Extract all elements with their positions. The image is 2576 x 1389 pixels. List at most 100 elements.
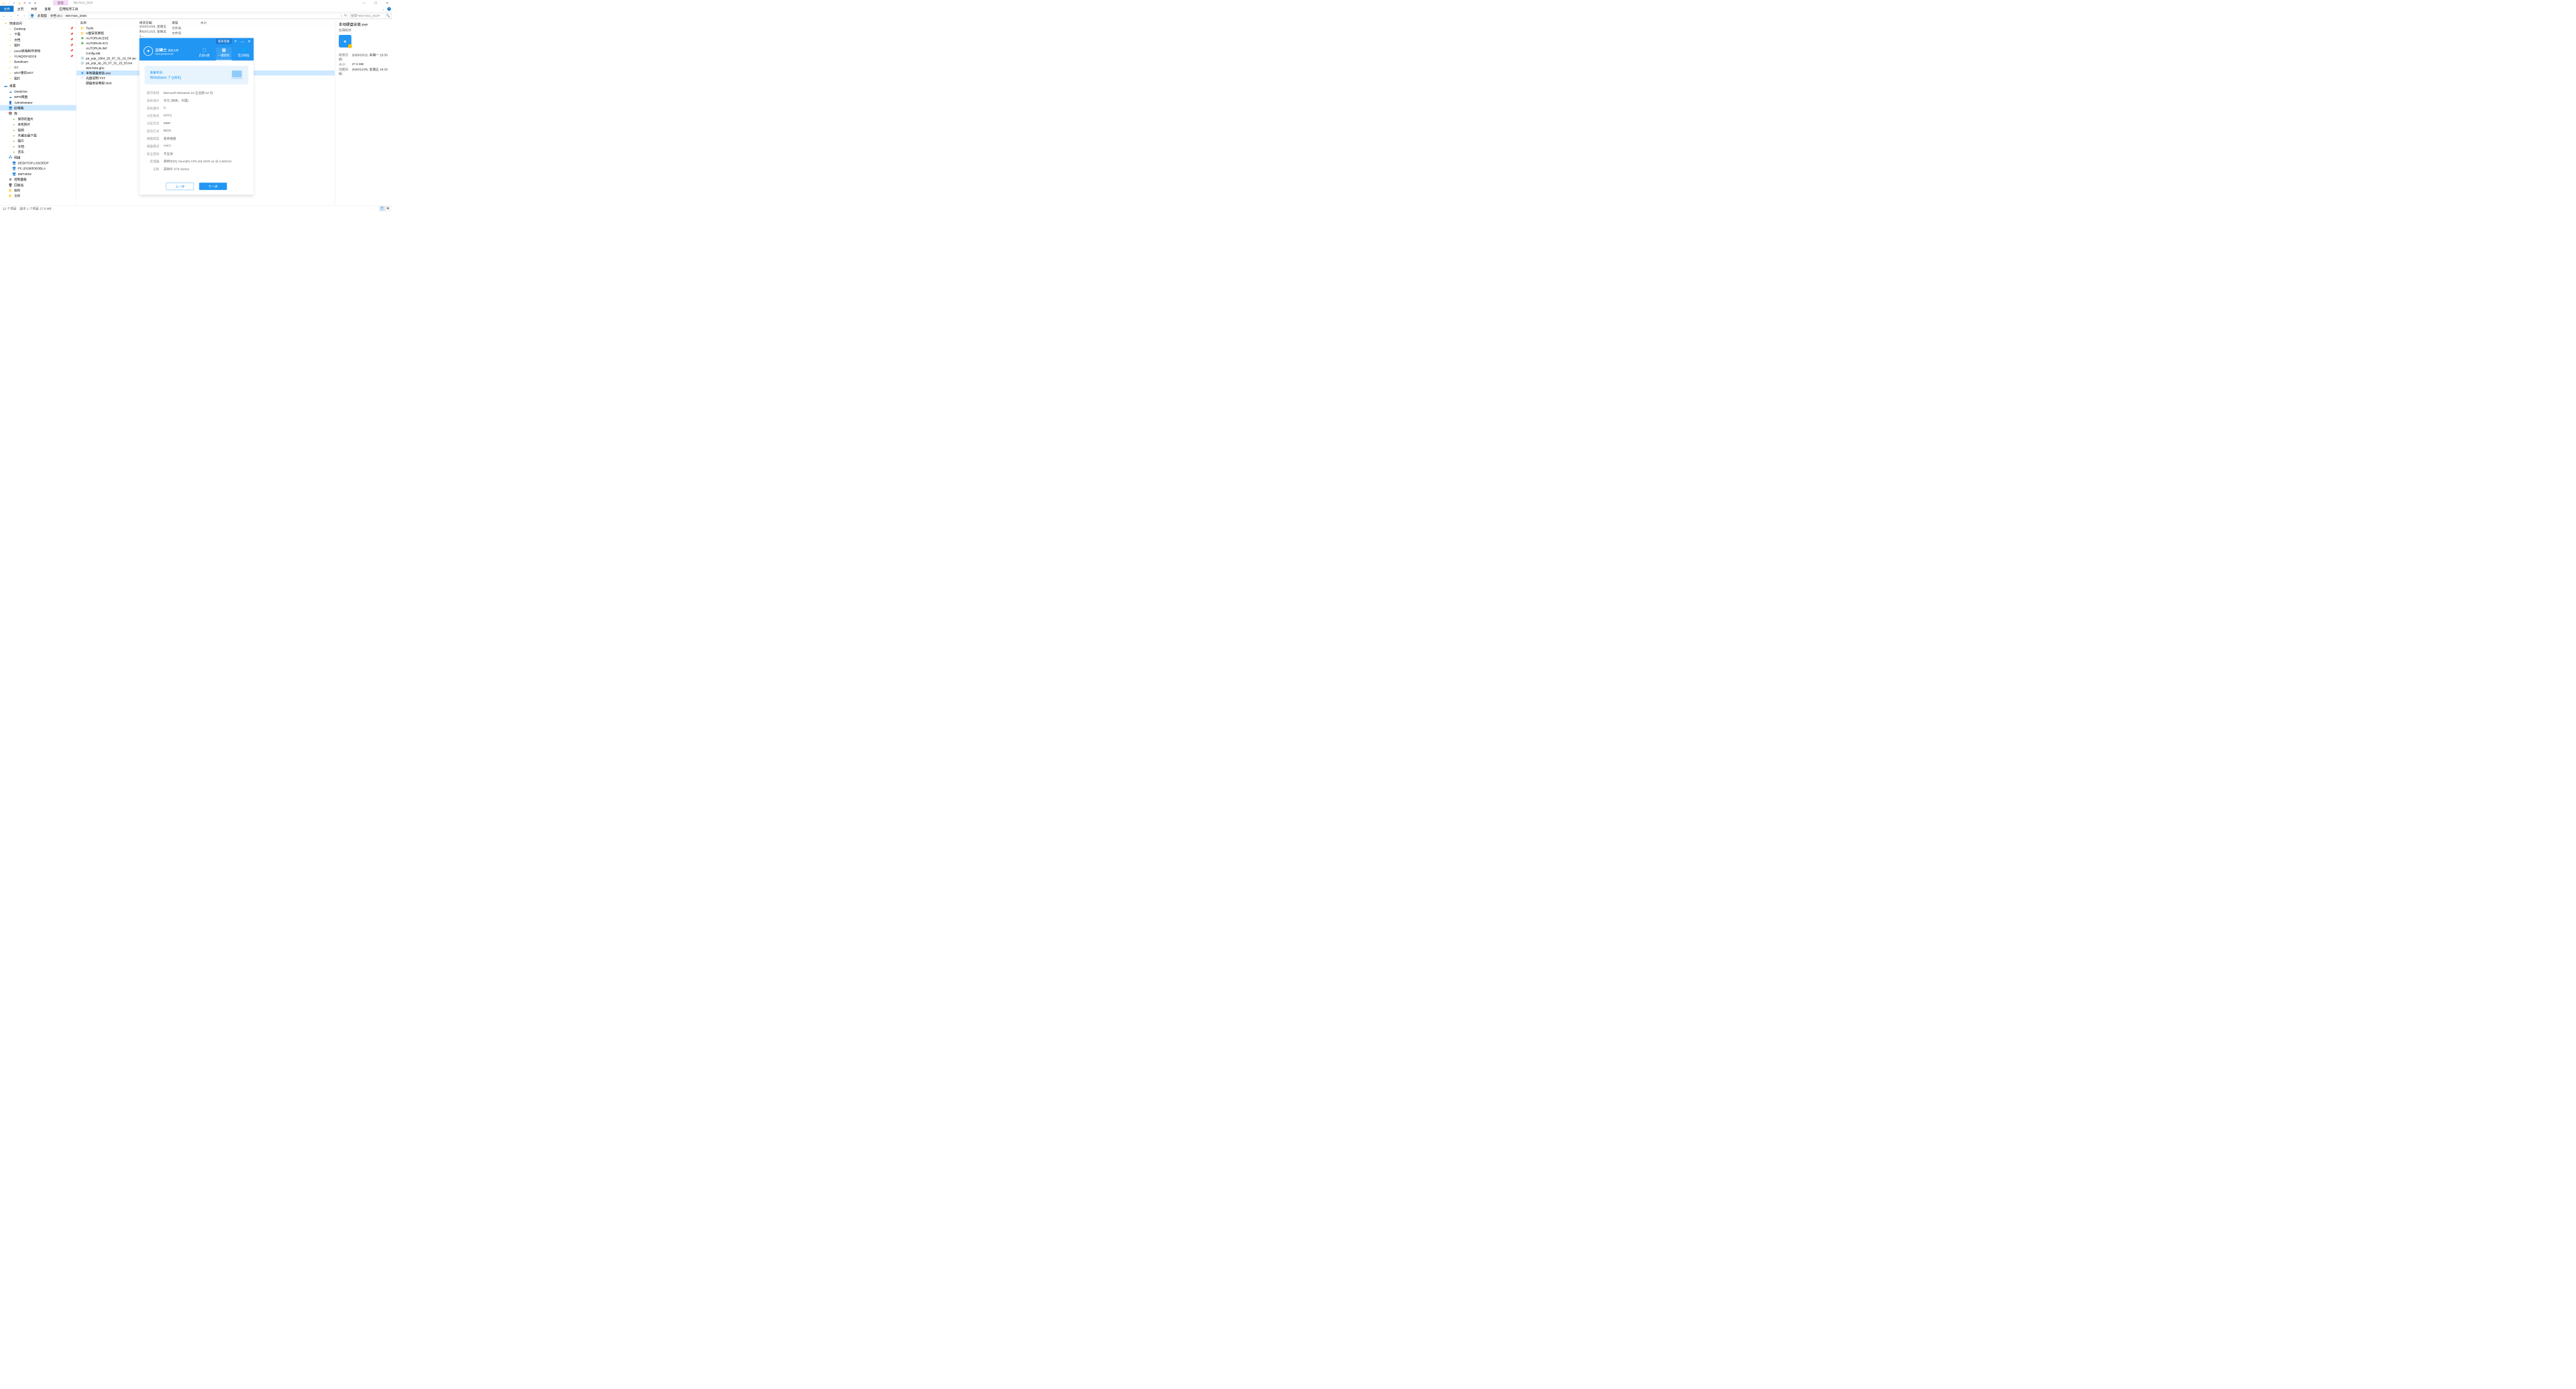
nav-quick-access[interactable]: ★快速访问 xyxy=(0,20,76,25)
nav-desktop-item[interactable]: 👤Administrator xyxy=(0,99,76,105)
nav-net-item[interactable]: 🖥DESKTOP-LSSOEDP xyxy=(0,160,76,166)
contact-support-button[interactable]: 联系客服 xyxy=(216,38,231,44)
nav-lib-item[interactable]: ▸本机照片 xyxy=(0,121,76,127)
column-type[interactable]: 类型 xyxy=(170,19,199,25)
close-icon[interactable]: ✕ xyxy=(246,39,252,44)
file-row[interactable]: 📁U盘安装教程2020/12/25, 星期五 1...文件夹 xyxy=(76,31,335,36)
nav-qa-item[interactable]: ▸Desktop📌 xyxy=(0,26,76,32)
installer-tab[interactable]: ▦一键装机 xyxy=(216,48,231,61)
close-red-icon[interactable]: ✕ xyxy=(23,1,27,5)
nav-back-button[interactable]: ← xyxy=(1,13,7,18)
item-icon: ☁ xyxy=(8,95,12,99)
breadcrumb-part[interactable]: Win7x64_2020 xyxy=(66,14,87,17)
nav-qa-item[interactable]: ▸G:\ xyxy=(0,64,76,70)
installer-header: ✦ 云骑士 装机大师 www.yunqishi.net ⬚启动U盘▦一键装机🌐官… xyxy=(140,44,254,60)
qat-dropdown-icon[interactable]: ▾ xyxy=(33,1,37,5)
refresh-icon[interactable]: ↻ xyxy=(28,1,32,5)
chevron-right-icon[interactable]: › xyxy=(48,14,49,17)
nav-qa-item[interactable]: ▸文档📌 xyxy=(0,37,76,42)
nav-lib-item[interactable]: ▸图片 xyxy=(0,138,76,144)
nav-history-dropdown[interactable]: ▾ xyxy=(15,13,21,18)
maximize-button[interactable]: ☐ xyxy=(370,0,382,6)
breadcrumb-part[interactable]: 文档 (E:) xyxy=(50,13,62,18)
nav-software[interactable]: 📁软件 xyxy=(0,188,76,193)
view-details-button[interactable]: ☰ xyxy=(380,206,385,211)
column-size[interactable]: 大小 xyxy=(199,19,225,25)
search-placeholder: 搜索"Win7x64_2020" xyxy=(351,13,380,18)
nav-desktop-item[interactable]: 📚库 xyxy=(0,111,76,116)
help-icon[interactable]: ? xyxy=(387,7,390,10)
details-subtype: 应用程序 xyxy=(339,28,389,32)
menu-icon[interactable]: ≡ xyxy=(233,39,239,43)
brand-url: www.yunqishi.net xyxy=(155,52,178,55)
nav-desktop-item[interactable]: ☁WPS网盘 xyxy=(0,94,76,99)
column-name[interactable]: 名称 xyxy=(76,19,138,25)
minimize-icon[interactable]: — xyxy=(239,39,246,43)
nav-desktop-item[interactable]: ☁OneDrive xyxy=(0,89,76,94)
installer-tab[interactable]: ⬚启动U盘 xyxy=(199,48,209,61)
file-row[interactable]: 📁Tools2020/12/25, 星期五 1...文件夹 xyxy=(76,25,335,30)
folder-alt-icon[interactable]: ▮ xyxy=(17,1,21,5)
nav-qa-item[interactable]: ▸win7重装win7 xyxy=(0,70,76,75)
breadcrumb-dropdown-icon[interactable]: ⌄ xyxy=(340,14,343,17)
nav-lib-item[interactable]: ▸视频 xyxy=(0,127,76,132)
lib-icon: ▸ xyxy=(12,144,16,148)
window-title: Win7x64_2020 xyxy=(73,1,93,5)
nav-up-button[interactable]: ↑ xyxy=(22,13,28,18)
close-button[interactable]: ✕ xyxy=(382,0,393,6)
file-icon: 📄 xyxy=(80,76,85,80)
recycle-icon: 🗑 xyxy=(8,183,12,187)
ribbon-expand-icon[interactable]: ⌄ xyxy=(382,7,384,10)
nav-qa-item[interactable]: ▸下载📌 xyxy=(0,32,76,37)
search-icon[interactable]: 🔍 xyxy=(386,14,390,17)
details-title: 本地硬盘安装.exe xyxy=(339,22,389,28)
next-button[interactable]: 下一步 xyxy=(199,183,227,190)
nav-qa-item[interactable]: ▸图片📌 xyxy=(0,42,76,48)
nav-recycle-bin[interactable]: 🗑回收站 xyxy=(0,182,76,187)
nav-desktop-item[interactable]: 🖥此电脑 xyxy=(0,105,76,111)
prep-os: Windows 7 (x64) xyxy=(150,75,181,80)
tab-share[interactable]: 共享 xyxy=(28,6,41,12)
tab-app-tools[interactable]: 应用程序工具 xyxy=(56,6,82,12)
check-icon[interactable]: ✓ xyxy=(12,1,16,5)
nav-forward-button[interactable]: → xyxy=(8,13,13,18)
tab-home[interactable]: 主页 xyxy=(13,6,27,12)
file-icon: ▫ xyxy=(80,66,85,70)
context-tab-manage[interactable]: 管理 xyxy=(53,0,68,5)
nav-net-item[interactable]: 🖥PC-20190530OBLA xyxy=(0,166,76,171)
details-meta-row: 创建日期:2020/12/25, 星期五 16:33 xyxy=(339,67,389,76)
refresh-button[interactable]: ↻ xyxy=(344,14,347,17)
folder-icon: ▸ xyxy=(8,27,12,31)
separator: | xyxy=(7,1,11,5)
tab-file[interactable]: 文件 xyxy=(0,6,13,12)
item-icon: 📚 xyxy=(8,111,12,115)
nav-control-panel[interactable]: ⚙控制面板 xyxy=(0,176,76,182)
nav-lib-item[interactable]: ▸音乐 xyxy=(0,149,76,154)
nav-lib-item[interactable]: ▸文档 xyxy=(0,144,76,149)
chevron-right-icon[interactable]: › xyxy=(63,14,64,17)
breadcrumb[interactable]: 🖥 › 此电脑 › 文档 (E:) › Win7x64_2020 ⌄ ↻ xyxy=(29,13,348,19)
pc-icon: 🖥 xyxy=(12,161,16,165)
installer-dialog: 联系客服 ≡ — ✕ ✦ 云骑士 装机大师 www.yunqishi.net ⬚… xyxy=(140,38,254,195)
chevron-right-icon[interactable]: › xyxy=(36,14,37,17)
prev-button[interactable]: 上一步 xyxy=(166,183,194,190)
installer-tab[interactable]: 🌐官方网址 xyxy=(238,48,250,61)
view-icons-button[interactable]: ▦ xyxy=(385,206,390,211)
nav-qa-item[interactable]: ▸Bandicam xyxy=(0,59,76,64)
column-headers: 名称 修改日期 类型 大小 xyxy=(76,19,335,25)
nav-net-item[interactable]: 🖥ZMT2019 xyxy=(0,171,76,176)
minimize-button[interactable]: — xyxy=(358,0,370,6)
nav-lib-item[interactable]: ▸天翼云盘下载 xyxy=(0,133,76,138)
nav-qa-item[interactable]: ▸图片 xyxy=(0,75,76,81)
tab-view[interactable]: 查看 xyxy=(41,6,54,12)
search-input[interactable]: 搜索"Win7x64_2020" 🔍 xyxy=(350,13,391,19)
nav-qa-item[interactable]: ▸excel表格制作求和📌 xyxy=(0,48,76,53)
details-preview-icon: ◉ xyxy=(339,35,352,48)
nav-network[interactable]: 🖧网络 xyxy=(0,154,76,160)
star-icon: ★ xyxy=(3,21,7,25)
nav-qa-item[interactable]: ▸YUNQISHI2019📌 xyxy=(0,54,76,59)
breadcrumb-part[interactable]: 此电脑 xyxy=(38,13,47,18)
nav-lib-item[interactable]: ▸保存的图片 xyxy=(0,116,76,121)
nav-files[interactable]: 📁文件 xyxy=(0,193,76,199)
nav-desktop[interactable]: ▬桌面 xyxy=(0,83,76,89)
